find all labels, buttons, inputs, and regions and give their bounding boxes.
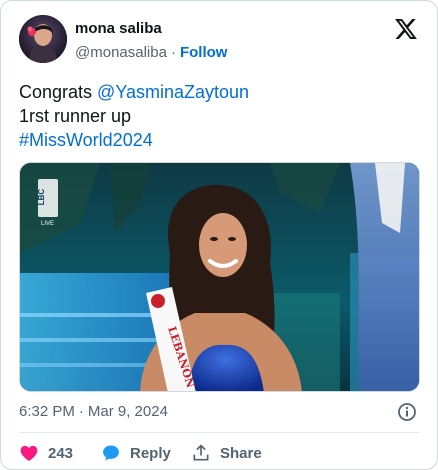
divider <box>19 432 419 433</box>
tweet-text: Congrats @YasminaZaytoun 1rst runner up … <box>19 80 419 152</box>
congrats-text: Congrats <box>19 82 98 102</box>
display-name[interactable]: mona saliba <box>75 20 162 37</box>
tweet-card: mona saliba @monasaliba · Follow Congrats … <box>0 0 438 470</box>
date: Mar 9, 2024 <box>87 403 168 420</box>
broadcaster-logo: LBC <box>37 189 46 206</box>
handle[interactable]: @monasaliba <box>75 44 167 61</box>
separator: · <box>170 44 176 61</box>
avatar[interactable] <box>19 15 67 63</box>
info-icon[interactable] <box>397 402 417 422</box>
like-count: 243 <box>48 444 74 462</box>
tweet-media[interactable]: LEBANON LBC LIVE <box>19 162 420 392</box>
share-icon <box>193 444 209 461</box>
profile-photo-icon <box>19 15 67 63</box>
mention-link[interactable]: @YasminaZaytoun <box>97 82 249 102</box>
reply-label: Reply <box>130 444 171 462</box>
like-button[interactable]: 243 <box>19 441 73 465</box>
share-label: Share <box>220 444 262 462</box>
reply-icon <box>103 445 119 461</box>
live-label: LIVE <box>41 221 54 227</box>
timestamp[interactable]: 6:32 PM · Mar 9, 2024 <box>19 403 168 420</box>
heart-icon <box>20 445 38 461</box>
action-bar: 243 Reply Share <box>19 441 419 465</box>
tweet-line-1: Congrats @YasminaZaytoun <box>19 80 419 104</box>
tweet-line-2: 1rst runner up <box>19 106 132 126</box>
hashtag-link[interactable]: #MissWorld2024 <box>19 130 153 150</box>
handle-row: @monasaliba · Follow <box>75 44 227 61</box>
share-button[interactable]: Share <box>191 441 262 465</box>
separator: · <box>78 403 84 420</box>
media-image: LEBANON LBC LIVE <box>20 163 419 391</box>
x-logo-icon[interactable] <box>395 19 417 39</box>
follow-button[interactable]: Follow <box>180 44 228 61</box>
time: 6:32 PM <box>19 403 75 420</box>
reply-button[interactable]: Reply <box>101 441 171 465</box>
tweet-line-3: #MissWorld2024 <box>19 128 419 152</box>
